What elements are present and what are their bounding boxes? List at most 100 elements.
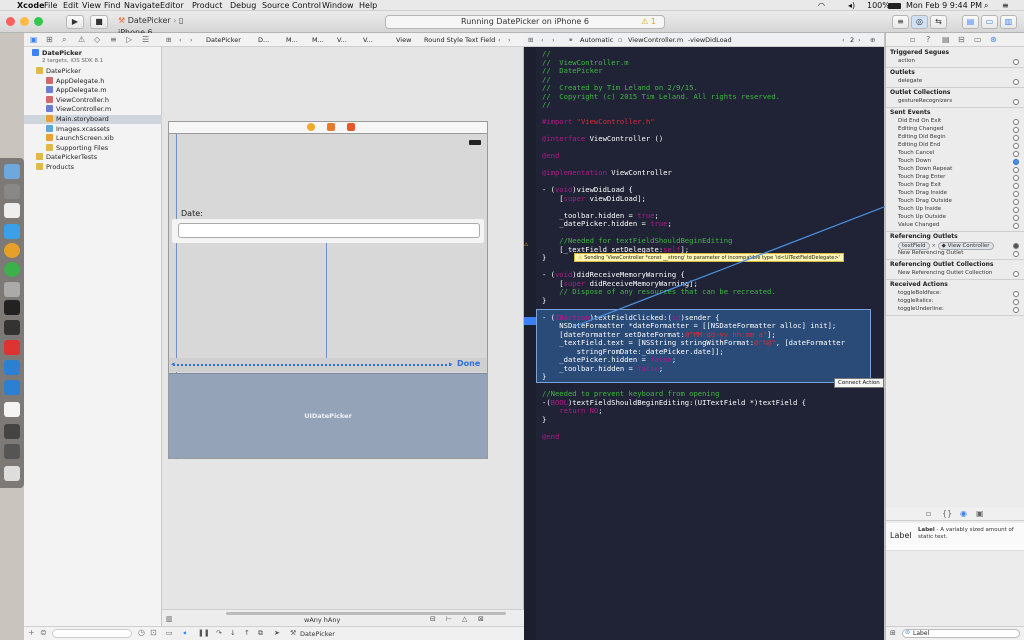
object-library-icon[interactable]: ◉ [960, 509, 967, 518]
breakpoint-navigator-tab-icon[interactable]: ▷ [126, 35, 132, 44]
related-items-icon[interactable]: ⊞ [166, 33, 171, 46]
version-editor-button[interactable]: ⇆ [930, 15, 947, 29]
size-class-control[interactable]: wAny hAny [304, 616, 340, 624]
connection-circle[interactable] [1013, 207, 1019, 213]
menu-editor[interactable]: Editor [160, 0, 184, 11]
standard-editor-button[interactable]: ≡ [892, 15, 909, 29]
connection-circle[interactable] [1013, 215, 1019, 221]
scm-filter-icon[interactable]: ⊡ [150, 628, 157, 637]
file-item[interactable]: Main.storyboard [24, 115, 162, 124]
code-line[interactable]: return NO; [542, 407, 602, 415]
code-line[interactable]: _textField.text = [NSString stringWithFo… [542, 339, 845, 347]
code-line[interactable]: //Needed for textFieldShouldBeginEditing [542, 237, 732, 245]
code-line[interactable]: _datePicker.hidden = true; [542, 220, 672, 228]
connections-inspector-icon[interactable]: ⊛ [990, 35, 997, 44]
launchpad-icon[interactable] [4, 184, 20, 199]
report-navigator-tab-icon[interactable]: ☰ [142, 35, 149, 44]
scheme-selector[interactable]: ⚒ DatePicker › ▯ iPhone 6 [115, 15, 205, 37]
code-line[interactable]: @implementation ViewController [542, 169, 672, 177]
add-assistant-icon[interactable]: ⊕ [870, 33, 875, 46]
crumb-2[interactable]: M... [286, 33, 298, 46]
file-item[interactable]: DatePickerTests [36, 153, 97, 162]
toggle-utilities-button[interactable]: ▥ [1000, 15, 1017, 29]
menu-help[interactable]: Help [359, 0, 377, 11]
issue-navigator-tab-icon[interactable]: ⚠ [78, 35, 85, 44]
navigator-filter-input[interactable] [52, 629, 132, 638]
connection-circle[interactable] [1013, 183, 1019, 189]
pin-icon[interactable]: ⊢ [446, 615, 452, 623]
code-area[interactable]: //// ViewController.m// DatePicker//// C… [524, 47, 884, 640]
menu-product[interactable]: Product [192, 0, 222, 11]
first-responder-icon[interactable] [327, 123, 335, 131]
code-line[interactable]: // Dispose of any resources that can be … [542, 288, 775, 296]
crumb-1[interactable]: D... [258, 33, 269, 46]
menu-navigate[interactable]: Navigate [124, 0, 160, 11]
flexible-space[interactable] [173, 364, 451, 366]
connection-circle[interactable] [1013, 307, 1019, 313]
warning-icon[interactable]: ⚠ 1 [641, 16, 656, 28]
date-picker[interactable]: UIDatePicker [169, 373, 487, 458]
assistant-mode[interactable]: Automatic [580, 33, 613, 46]
chrome-icon[interactable] [4, 243, 20, 258]
menu-window[interactable]: Window [322, 0, 354, 11]
file-item[interactable]: Products [36, 163, 74, 172]
filezilla-icon[interactable] [4, 340, 20, 355]
code-line[interactable]: - (void)viewDidLoad { [542, 186, 633, 194]
connection-circle[interactable] [1013, 143, 1019, 149]
back-icon[interactable]: ‹ [541, 33, 544, 46]
file-item[interactable]: ViewController.h [46, 95, 109, 105]
step-out-icon[interactable]: ↑ [244, 629, 250, 637]
close-window-button[interactable] [6, 17, 15, 26]
media-library-icon[interactable]: ▣ [976, 509, 984, 518]
library-filter-input[interactable]: Label [902, 629, 1020, 638]
date-label[interactable]: Date: [181, 209, 203, 218]
code-line[interactable]: _toolbar.hidden = false; [542, 364, 663, 373]
code-line[interactable]: [super viewDidLoad]; [542, 194, 646, 203]
minimize-window-button[interactable] [20, 17, 29, 26]
toggle-debug-button[interactable]: ▭ [981, 15, 998, 29]
safari-icon[interactable] [4, 224, 20, 239]
stop-button[interactable]: ■ [90, 15, 108, 29]
volume-icon[interactable]: ◂) [848, 0, 855, 11]
crumb-0[interactable]: DatePicker [206, 33, 241, 46]
connection-circle[interactable] [1013, 199, 1019, 205]
clock[interactable]: Mon Feb 9 9:44 PM [906, 0, 982, 11]
textedit-icon[interactable] [4, 402, 20, 417]
code-line[interactable]: // DatePicker [542, 67, 603, 75]
connection-circle[interactable] [1013, 223, 1019, 229]
connection-circle[interactable] [1013, 191, 1019, 197]
warning-gutter-icon[interactable]: ⚠ [524, 240, 528, 248]
crumb-6[interactable]: View [396, 33, 411, 46]
library-item-label[interactable]: Label Label - A variably sized amount of… [886, 523, 1024, 551]
crumb-4[interactable]: V... [337, 33, 347, 46]
filter-icon[interactable]: ⊜ [40, 628, 47, 637]
date-text-field[interactable] [178, 223, 480, 238]
battery-text[interactable]: 100% [867, 0, 890, 11]
related-items-icon[interactable]: ⊞ [528, 33, 533, 46]
connection-circle[interactable] [1013, 299, 1019, 305]
code-line[interactable]: // Copyright (c) 2015 Tim Leland. All ri… [542, 92, 780, 101]
code-line[interactable]: @end [542, 152, 559, 160]
back-icon[interactable]: ‹ [179, 33, 182, 46]
code-line[interactable]: //Needed to prevent keyboard from openin… [542, 390, 719, 398]
finder-icon[interactable] [4, 164, 20, 179]
crumb-3[interactable]: M... [312, 33, 324, 46]
editor-symbol[interactable]: -viewDidLoad [688, 33, 732, 46]
attributes-inspector-icon[interactable]: ⊟ [958, 35, 965, 44]
document-outline-icon[interactable]: ▥ [166, 615, 173, 623]
grid-view-icon[interactable]: ⊞ [890, 629, 896, 637]
xcode-dock-icon[interactable] [4, 320, 20, 335]
messages-icon[interactable] [4, 262, 20, 277]
code-line[interactable]: @end [542, 432, 559, 441]
step-over-icon[interactable]: ↷ [216, 629, 222, 637]
code-line[interactable]: #import "ViewController.h" [542, 118, 655, 126]
connection-circle[interactable] [1013, 99, 1019, 105]
view-debugger-icon[interactable]: ⧉ [258, 629, 263, 638]
connection-circle[interactable] [1013, 251, 1019, 257]
menu-file[interactable]: File [44, 0, 57, 11]
file-item[interactable]: AppDelegate.h [46, 76, 104, 86]
connection-circle[interactable] [1013, 159, 1019, 165]
quick-help-icon[interactable]: ? [926, 35, 930, 44]
connection-circle[interactable] [1013, 59, 1019, 65]
connection-circle[interactable] [1013, 151, 1019, 157]
